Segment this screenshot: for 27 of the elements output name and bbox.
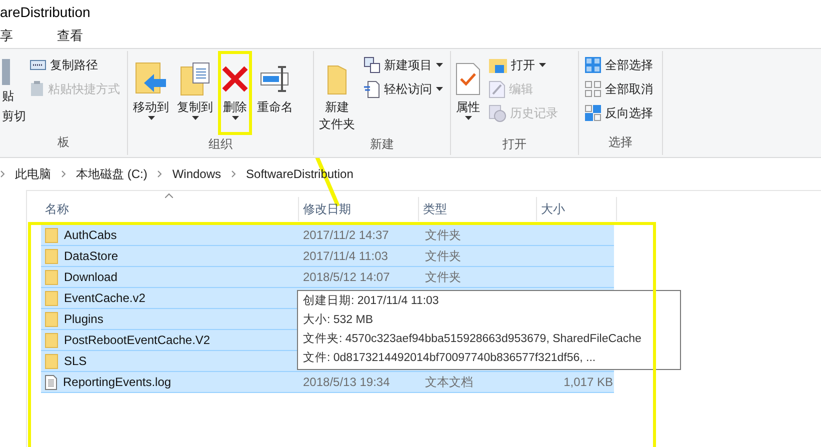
- file-type: 文件夹: [425, 249, 461, 263]
- file-name: DataStore: [64, 248, 118, 265]
- file-name: EventCache.v2: [64, 290, 146, 307]
- file-name: Plugins: [64, 311, 104, 328]
- file-name: ReportingEvents.log: [63, 374, 172, 391]
- file-name: AuthCabs: [64, 227, 117, 244]
- group-label: 新建: [370, 136, 394, 153]
- file-name: PostRebootEventCache.V2: [64, 332, 210, 349]
- file-name: Download: [64, 269, 118, 286]
- group-label: 组织: [208, 136, 232, 153]
- file-type: 文件夹: [425, 270, 461, 284]
- modified-date: 2017/11/2 14:37: [303, 228, 389, 242]
- modified-date: 2018/5/13 19:34: [303, 375, 390, 389]
- modified-date: 2018/5/12 14:07: [303, 270, 390, 284]
- tooltip-line: 创建日期: 2017/11/4 11:03: [303, 294, 440, 309]
- modified-date: 2017/11/4 11:03: [303, 249, 388, 263]
- tooltip-line: 文件夹: 4570c323aef94bba515928663d953679, SharedFileCache: [303, 332, 642, 347]
- group-label: 选择: [608, 134, 632, 151]
- file-name: SLS: [64, 353, 87, 370]
- group-label: 板: [58, 134, 70, 151]
- tooltip-line: 大小: 532 MB: [303, 312, 374, 328]
- file-type: 文件夹: [425, 228, 461, 242]
- window-title: areDistribution: [0, 2, 90, 22]
- file-type: 文本文档: [425, 375, 473, 389]
- tooltip-line: 文件: 0d8173214492014bf70097740b836577f321df56, ...: [303, 350, 597, 366]
- file-size: 1,017 KB: [564, 375, 613, 389]
- group-label: 打开: [502, 136, 526, 153]
